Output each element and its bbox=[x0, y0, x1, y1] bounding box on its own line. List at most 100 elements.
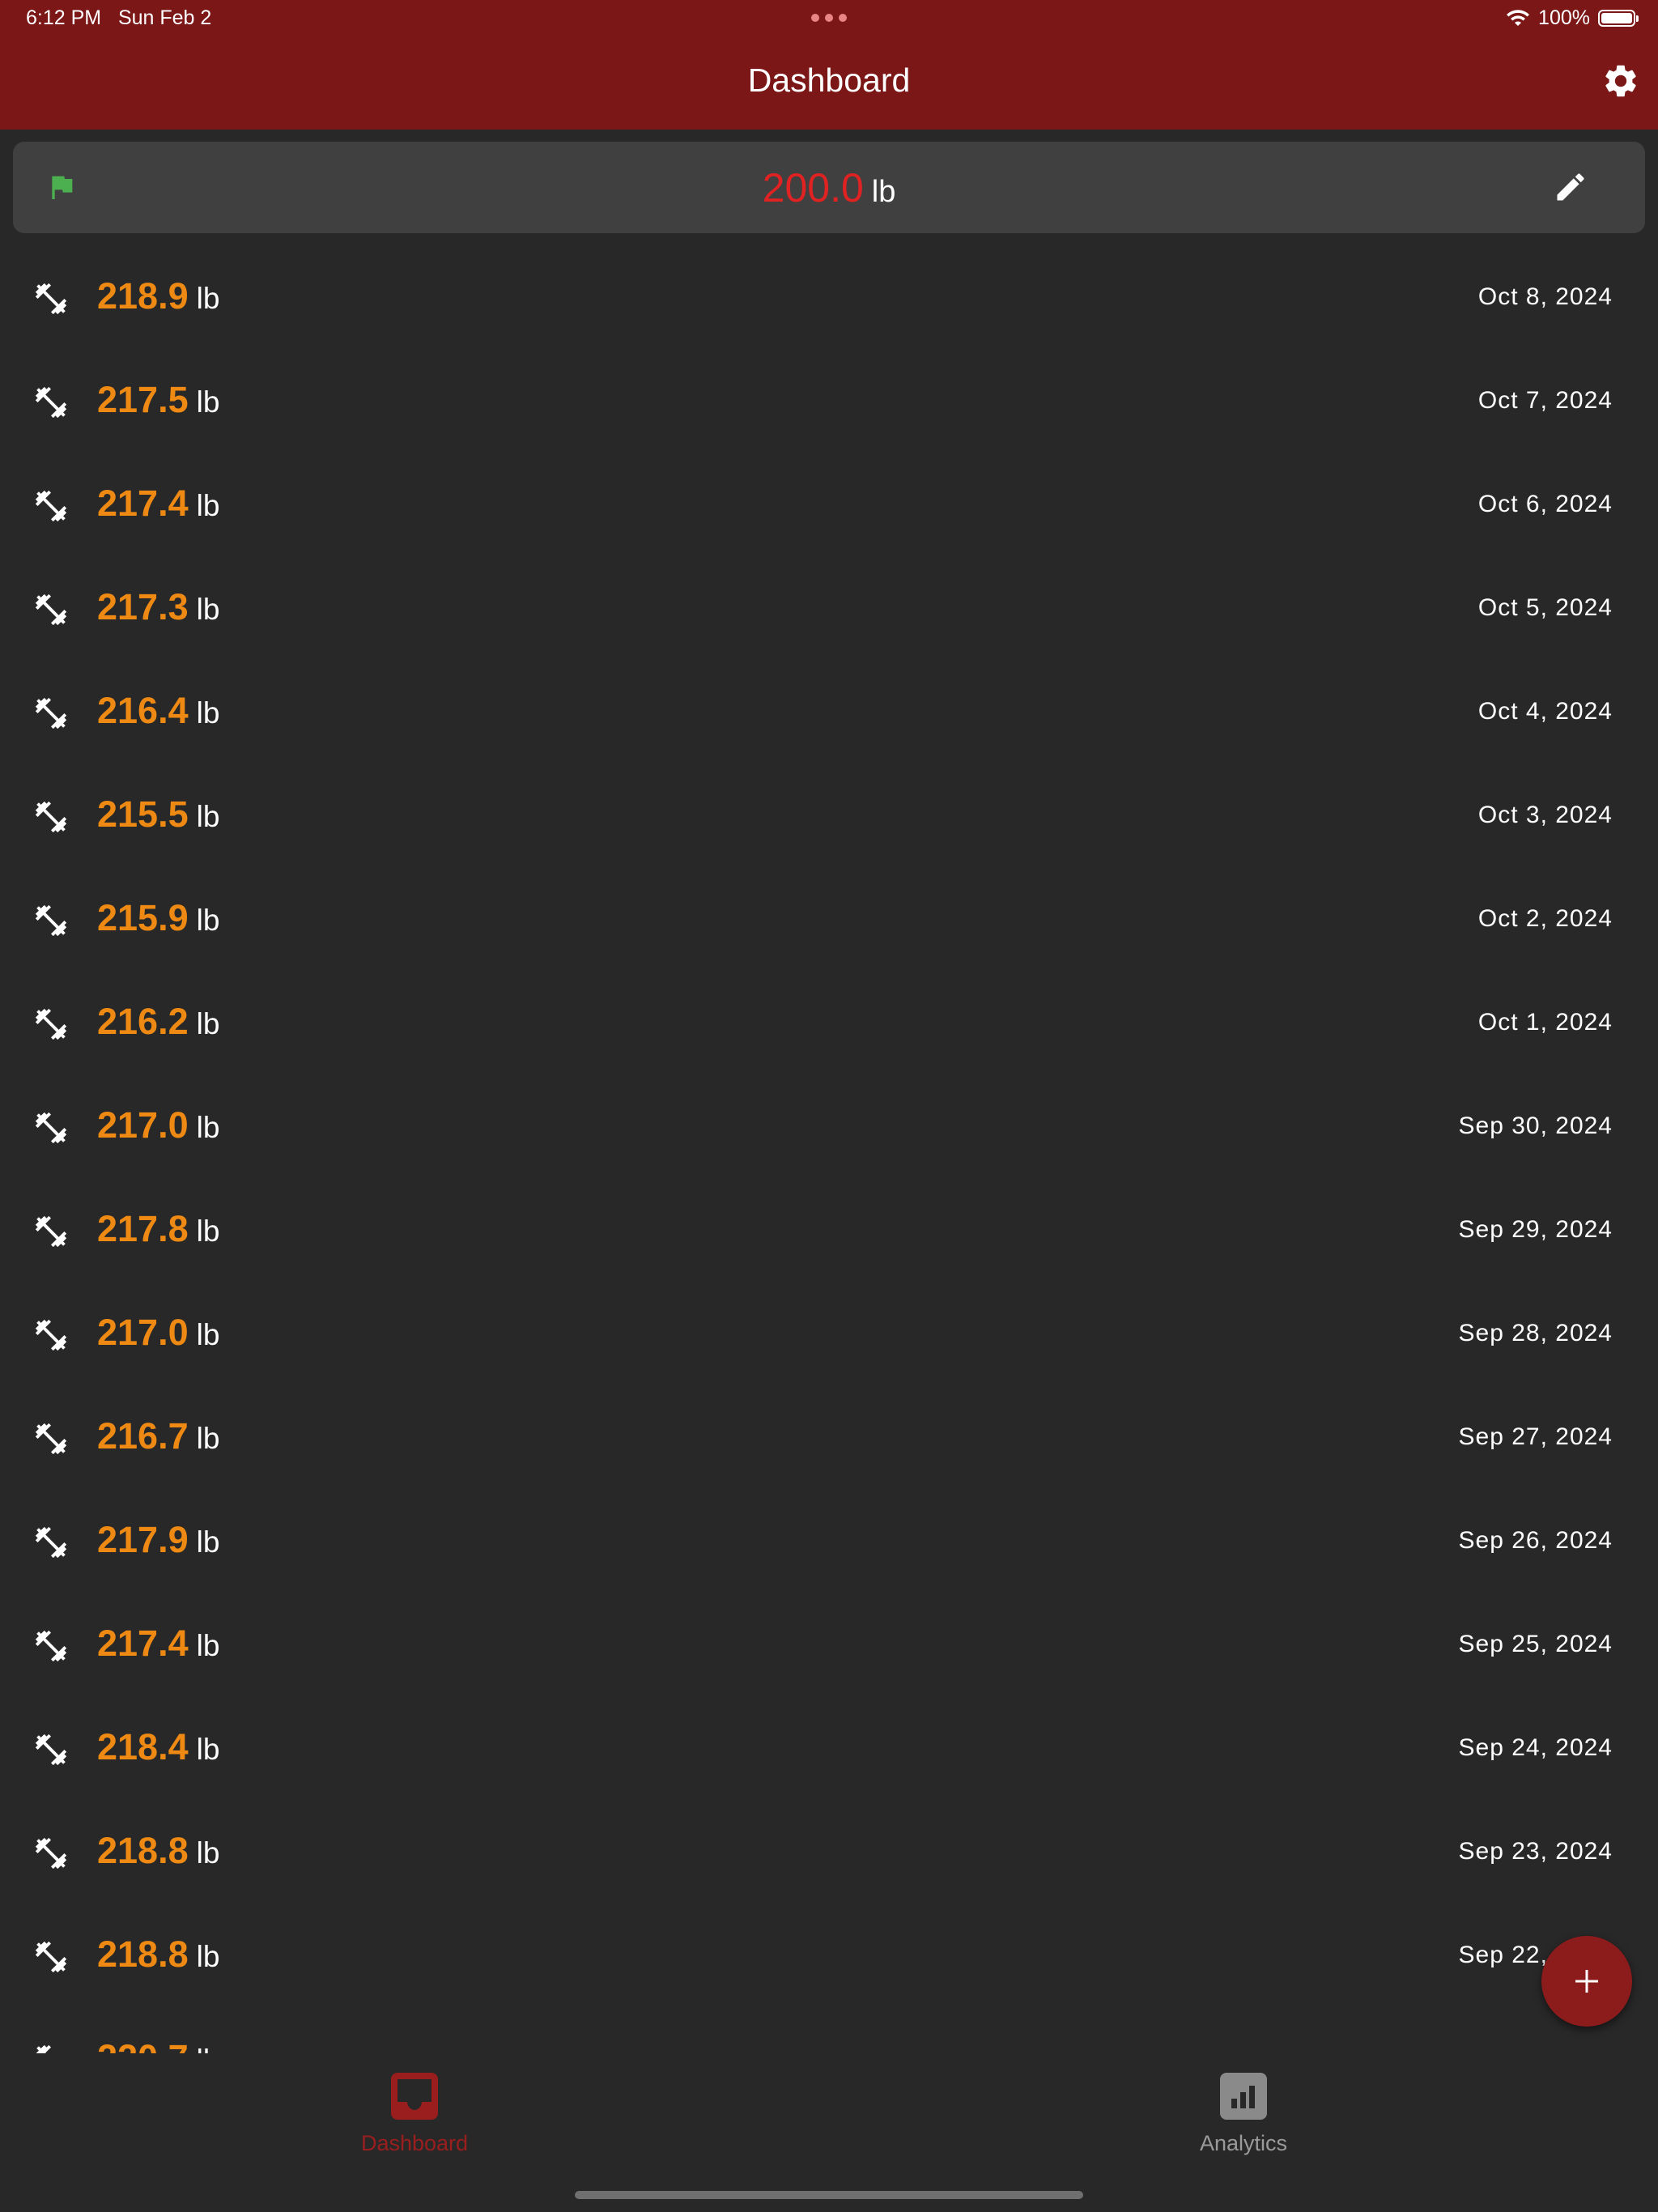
entry-weight-value: 218.8 bbox=[97, 1830, 189, 1871]
add-entry-button[interactable] bbox=[1541, 1936, 1632, 2027]
list-item[interactable]: 217.3 lb Oct 5, 2024 bbox=[0, 557, 1658, 661]
list-item[interactable]: 216.7 lb Sep 27, 2024 bbox=[0, 1386, 1658, 1490]
entry-weight-unit: lb bbox=[196, 1214, 220, 1248]
entry-date: Sep 26, 2024 bbox=[1458, 1527, 1613, 1554]
entry-date: Oct 1, 2024 bbox=[1477, 1009, 1613, 1036]
page-title: Dashboard bbox=[747, 62, 911, 99]
entry-weight-value: 217.0 bbox=[97, 1312, 189, 1353]
entry-date: Sep 29, 2024 bbox=[1458, 1216, 1613, 1243]
entry-weight-value: 216.4 bbox=[97, 690, 189, 731]
plus-icon bbox=[1575, 1970, 1598, 1993]
entry-weight-value: 217.9 bbox=[97, 1519, 189, 1560]
entry-weight: 215.9 lb bbox=[97, 897, 219, 939]
goal-weight-unit: lb bbox=[871, 175, 896, 209]
dumbbell-icon bbox=[32, 1731, 70, 1768]
dumbbell-icon bbox=[32, 1213, 70, 1250]
entry-weight-unit: lb bbox=[196, 1733, 220, 1766]
entry-date: Sep 27, 2024 bbox=[1458, 1423, 1613, 1450]
entry-weight-value: 220.7 bbox=[97, 2037, 189, 2053]
entry-weight-unit: lb bbox=[196, 282, 220, 315]
entry-weight: 216.4 lb bbox=[97, 690, 219, 732]
wifi-icon bbox=[1507, 9, 1530, 26]
dumbbell-icon bbox=[32, 2042, 70, 2053]
list-item[interactable]: 217.0 lb Sep 30, 2024 bbox=[0, 1075, 1658, 1179]
entry-weight-value: 215.5 bbox=[97, 793, 189, 835]
dumbbell-icon bbox=[32, 695, 70, 732]
list-item[interactable]: 220.7 lb bbox=[0, 2008, 1658, 2053]
entry-weight-value: 218.8 bbox=[97, 1933, 189, 1975]
entry-weight: 218.8 lb bbox=[97, 1830, 219, 1872]
weight-entry-list[interactable]: 218.9 lb Oct 8, 2024 217.5 lb Oct 7, 2024 217.… bbox=[0, 246, 1658, 2053]
list-item[interactable]: 217.9 lb Sep 26, 2024 bbox=[0, 1490, 1658, 1593]
multitasking-dots-icon[interactable] bbox=[811, 14, 847, 22]
list-item[interactable]: 217.5 lb Oct 7, 2024 bbox=[0, 350, 1658, 453]
entry-weight-unit: lb bbox=[196, 1422, 220, 1455]
dumbbell-icon bbox=[32, 487, 70, 525]
dumbbell-icon bbox=[32, 1835, 70, 1872]
list-item[interactable]: 218.4 lb Sep 24, 2024 bbox=[0, 1697, 1658, 1801]
tab-analytics[interactable]: Analytics bbox=[1122, 2071, 1365, 2156]
entry-date: Oct 6, 2024 bbox=[1477, 491, 1613, 517]
entry-weight: 217.3 lb bbox=[97, 586, 219, 628]
tab-analytics-label: Analytics bbox=[1199, 2131, 1288, 2155]
entry-weight-unit: lb bbox=[196, 489, 220, 522]
entry-date: Sep 23, 2024 bbox=[1458, 1838, 1613, 1865]
dumbbell-icon bbox=[32, 1109, 70, 1146]
entry-weight: 217.9 lb bbox=[97, 1519, 219, 1561]
dumbbell-icon bbox=[32, 1627, 70, 1665]
list-item[interactable]: 216.4 lb Oct 4, 2024 bbox=[0, 661, 1658, 764]
entry-weight: 218.8 lb bbox=[97, 1933, 219, 1976]
entry-weight-value: 215.9 bbox=[97, 897, 189, 938]
status-right: 100% bbox=[1506, 6, 1639, 30]
entry-weight-unit: lb bbox=[196, 1940, 220, 1973]
goal-weight: 200.0 lb bbox=[13, 164, 1645, 211]
list-item[interactable]: 218.8 lb Sep 22, 2024 bbox=[0, 1904, 1658, 2008]
bar-chart-icon bbox=[1220, 2073, 1267, 2120]
entry-date: Sep 28, 2024 bbox=[1458, 1320, 1613, 1346]
entry-weight: 217.0 lb bbox=[97, 1104, 219, 1146]
goal-weight-bar: 200.0 lb bbox=[13, 142, 1645, 233]
entry-weight: 217.4 lb bbox=[97, 483, 219, 525]
entry-weight-unit: lb bbox=[196, 1318, 220, 1351]
list-item[interactable]: 216.2 lb Oct 1, 2024 bbox=[0, 972, 1658, 1075]
entry-weight-value: 216.2 bbox=[97, 1001, 189, 1042]
entry-weight: 218.9 lb bbox=[97, 275, 219, 317]
list-item[interactable]: 217.4 lb Sep 25, 2024 bbox=[0, 1593, 1658, 1697]
app-header: 6:12 PM Sun Feb 2 100% Dashboard bbox=[0, 0, 1658, 130]
entry-weight: 216.2 lb bbox=[97, 1001, 219, 1043]
edit-pencil-icon[interactable] bbox=[1553, 169, 1588, 205]
entry-weight-unit: lb bbox=[196, 904, 220, 937]
entry-weight-value: 217.8 bbox=[97, 1208, 189, 1249]
tab-dashboard[interactable]: Dashboard bbox=[293, 2071, 536, 2156]
entry-weight-unit: lb bbox=[196, 696, 220, 730]
dumbbell-icon bbox=[32, 280, 70, 317]
entry-weight: 217.8 lb bbox=[97, 1208, 219, 1250]
entry-weight-value: 218.9 bbox=[97, 275, 189, 317]
entry-weight-value: 218.4 bbox=[97, 1726, 189, 1767]
entry-weight: 216.7 lb bbox=[97, 1415, 219, 1457]
list-item[interactable]: 215.9 lb Oct 2, 2024 bbox=[0, 868, 1658, 972]
list-item[interactable]: 215.5 lb Oct 3, 2024 bbox=[0, 764, 1658, 868]
entry-weight-unit: lb bbox=[196, 1111, 220, 1144]
dumbbell-icon bbox=[32, 1317, 70, 1354]
list-item[interactable]: 217.8 lb Sep 29, 2024 bbox=[0, 1179, 1658, 1283]
dumbbell-icon bbox=[32, 384, 70, 421]
entry-weight-unit: lb bbox=[197, 2044, 220, 2053]
list-item[interactable]: 218.9 lb Oct 8, 2024 bbox=[0, 246, 1658, 350]
entry-weight-unit: lb bbox=[196, 385, 220, 419]
dumbbell-icon bbox=[32, 798, 70, 836]
dumbbell-icon bbox=[32, 1938, 70, 1976]
entry-weight: 217.4 lb bbox=[97, 1623, 219, 1665]
entry-date: Oct 7, 2024 bbox=[1477, 387, 1613, 414]
entry-weight-value: 217.0 bbox=[97, 1104, 189, 1146]
list-item[interactable]: 217.0 lb Sep 28, 2024 bbox=[0, 1283, 1658, 1386]
entry-weight: 217.0 lb bbox=[97, 1312, 219, 1354]
entry-date: Oct 2, 2024 bbox=[1477, 905, 1613, 932]
battery-percent: 100% bbox=[1538, 6, 1590, 29]
goal-weight-value: 200.0 bbox=[762, 165, 864, 211]
home-indicator[interactable] bbox=[575, 2191, 1083, 2199]
list-item[interactable]: 218.8 lb Sep 23, 2024 bbox=[0, 1801, 1658, 1904]
settings-gear-icon[interactable] bbox=[1601, 62, 1640, 100]
inbox-icon bbox=[391, 2073, 438, 2120]
list-item[interactable]: 217.4 lb Oct 6, 2024 bbox=[0, 453, 1658, 557]
